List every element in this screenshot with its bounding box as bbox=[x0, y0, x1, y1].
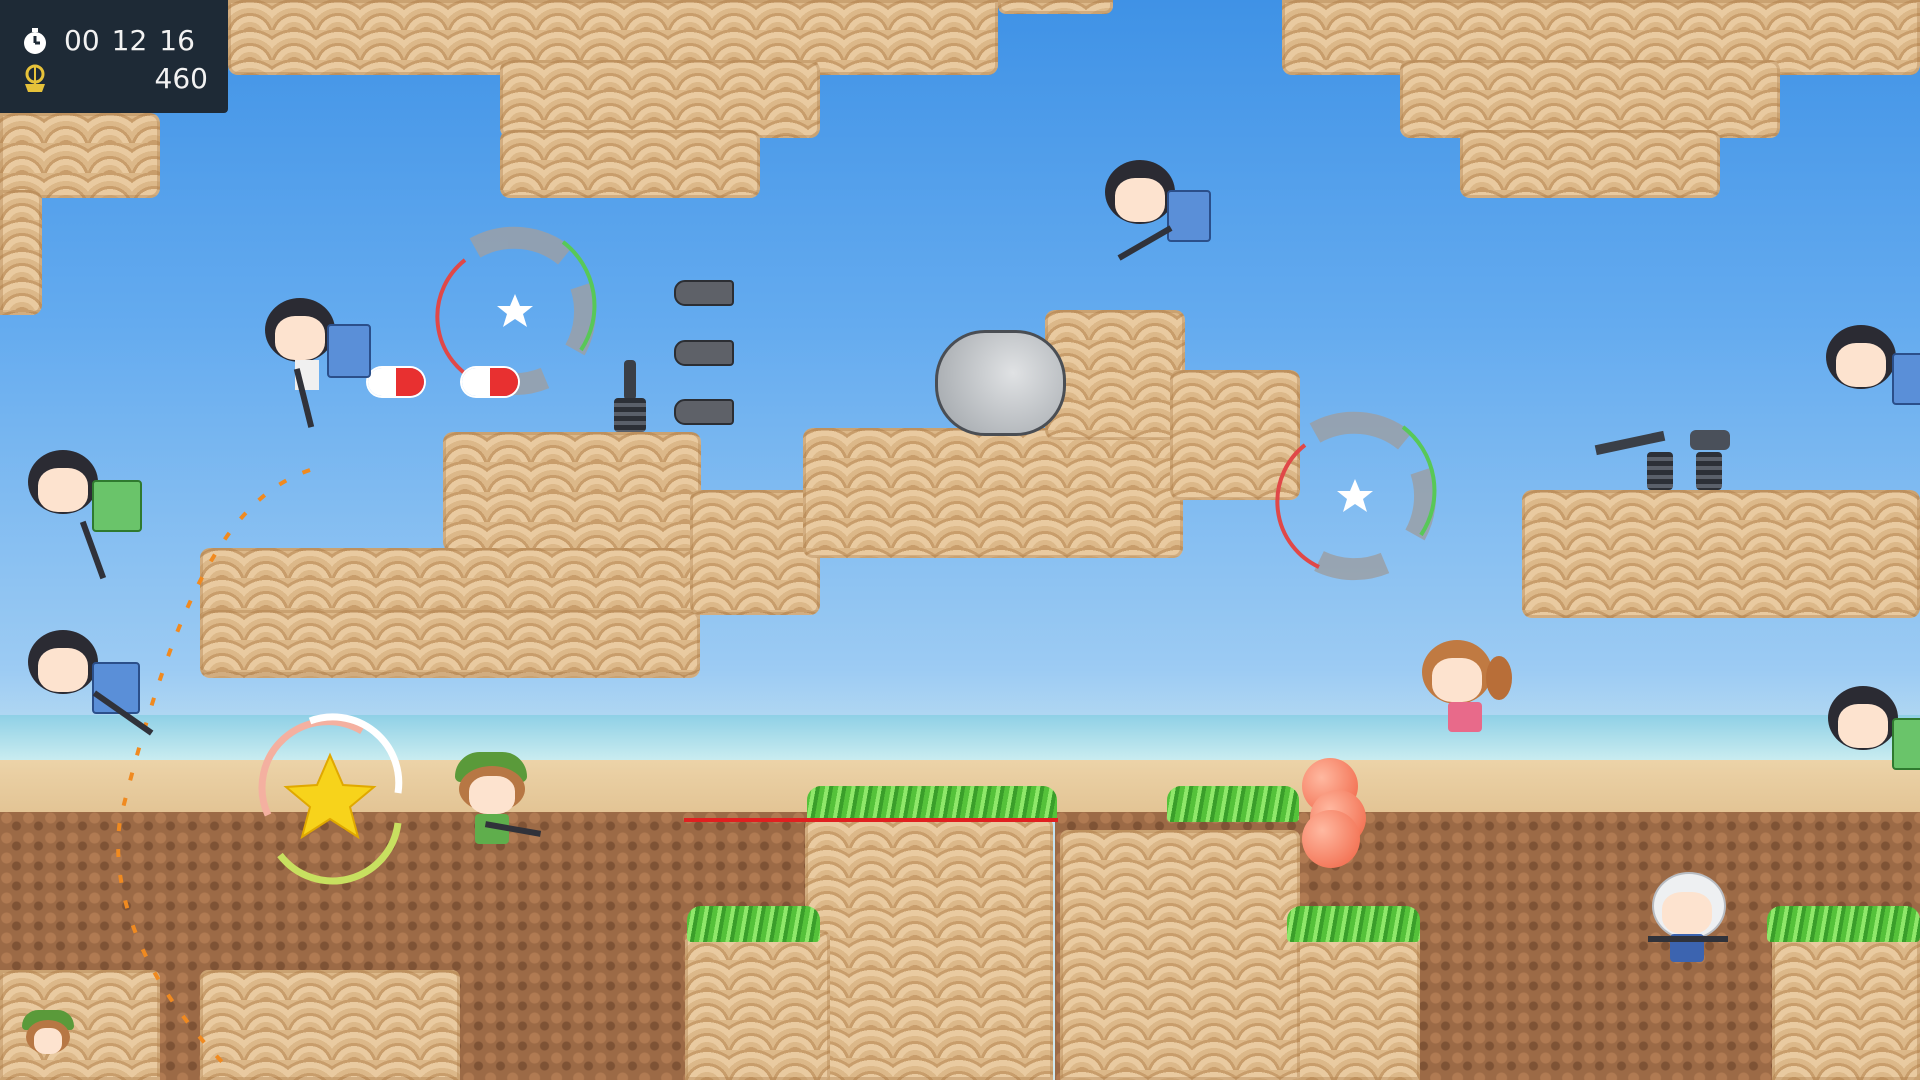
enemy-girl-sniper[interactable] bbox=[265, 298, 375, 428]
player-portrait bbox=[22, 1010, 74, 1056]
sand-ceiling-block bbox=[500, 130, 760, 198]
grass-patch bbox=[687, 906, 820, 942]
capsule-bullet bbox=[462, 368, 518, 396]
missile-projectile bbox=[674, 280, 734, 306]
score-display: 460 bbox=[20, 62, 208, 95]
barrel-enemy[interactable] bbox=[935, 330, 1066, 436]
turret-enemy[interactable] bbox=[610, 360, 650, 432]
sand-ground-block bbox=[1772, 930, 1920, 1080]
grass-patch bbox=[1287, 906, 1420, 942]
sand-platform bbox=[690, 490, 820, 615]
orange-shot bbox=[1302, 810, 1360, 868]
sand-ground-block bbox=[685, 930, 830, 1080]
enemy-girl-sniper[interactable] bbox=[1828, 686, 1920, 786]
sand-wall-block bbox=[0, 113, 160, 198]
grass-patch bbox=[1767, 906, 1920, 942]
missile-projectile bbox=[674, 340, 734, 366]
sand-ceiling-block bbox=[1400, 60, 1780, 138]
sand-ceiling-block bbox=[500, 60, 820, 138]
gold-emblem-icon bbox=[25, 64, 45, 92]
enemy-girl-ponytail[interactable] bbox=[1422, 640, 1522, 740]
missile-projectile bbox=[674, 399, 734, 425]
enemy-girl-sniper[interactable] bbox=[28, 630, 154, 760]
timer-minutes: 12 bbox=[111, 24, 148, 57]
grass-patch bbox=[807, 786, 1057, 822]
timer-display: 00 12 16 bbox=[20, 24, 195, 57]
turret-enemy[interactable] bbox=[1594, 426, 1675, 490]
star-icon bbox=[1337, 479, 1373, 512]
sand-platform bbox=[1522, 490, 1920, 618]
sand-platform bbox=[803, 428, 1183, 558]
sand-ground-block bbox=[805, 818, 1053, 1080]
spawn-ring-effect bbox=[1275, 411, 1437, 581]
sand-wall-block bbox=[0, 190, 42, 315]
score-value: 460 bbox=[154, 62, 208, 95]
turret-enemy[interactable] bbox=[1680, 426, 1740, 490]
timer-hours: 00 bbox=[64, 24, 100, 57]
laser-beam bbox=[684, 818, 1058, 822]
enemy-girl-sniper[interactable] bbox=[28, 450, 148, 580]
sand-platform bbox=[1045, 310, 1185, 440]
player-character[interactable] bbox=[455, 752, 542, 848]
capsule-bullet bbox=[368, 368, 424, 396]
sand-ceiling-block bbox=[1460, 130, 1720, 198]
enemy-boy-white-hair[interactable] bbox=[1648, 872, 1738, 964]
grass-patch bbox=[1167, 786, 1299, 822]
hud-panel: 00 12 16 460 bbox=[0, 0, 228, 113]
sand-ground-block bbox=[1060, 830, 1300, 1080]
enemy-girl-sniper[interactable] bbox=[1826, 325, 1920, 425]
game-stage: 00 12 16 460 bbox=[0, 0, 1920, 1080]
stopwatch-icon bbox=[24, 27, 46, 54]
star-icon bbox=[497, 294, 533, 327]
sand-platform bbox=[443, 432, 701, 552]
sand-ground-block bbox=[1290, 930, 1420, 1080]
enemy-girl-sniper[interactable] bbox=[1105, 160, 1215, 280]
timer-seconds: 16 bbox=[159, 24, 195, 57]
sand-ceiling-block bbox=[998, 0, 1113, 14]
